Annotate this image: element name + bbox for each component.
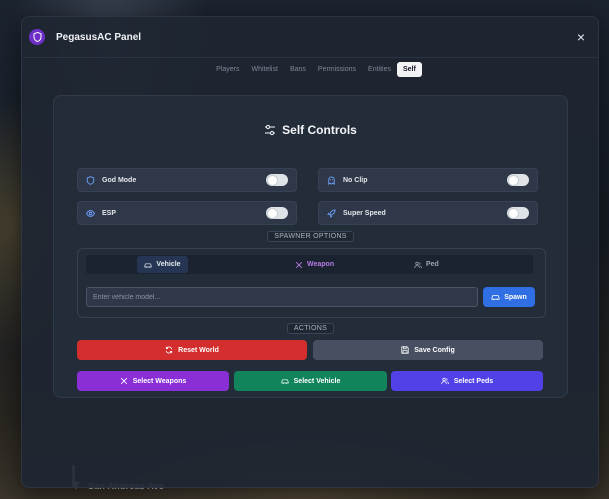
pegasus-panel-window: PegasusAC Panel × Players Whitelist Bans… xyxy=(21,16,599,488)
self-controls-heading: Self Controls xyxy=(54,123,567,137)
vehicle-tab-label: Vehicle xyxy=(156,261,181,268)
super-speed-switch[interactable] xyxy=(507,207,529,219)
shield-icon xyxy=(86,175,95,185)
shield-logo-icon xyxy=(29,29,45,45)
select-weapons-label: Select Weapons xyxy=(132,377,187,385)
select-peds-button[interactable]: Select Peds xyxy=(391,371,543,391)
panel-header: PegasusAC Panel × xyxy=(22,17,598,57)
spawner-tab-vehicle[interactable]: Vehicle xyxy=(137,256,188,273)
tab-permissions[interactable]: Permissions xyxy=(312,62,362,77)
users-icon xyxy=(414,261,422,268)
spawner-panel: Vehicle Weapon Ped Spawn xyxy=(77,248,546,318)
close-icon[interactable]: × xyxy=(574,30,588,44)
users-icon xyxy=(441,377,449,385)
toggle-label: Super Speed xyxy=(343,209,386,217)
save-config-button[interactable]: Save Config xyxy=(313,340,543,360)
spawner-tabs: Vehicle Weapon Ped xyxy=(86,255,533,274)
main-tabs: Players Whitelist Bans Permissions Entit… xyxy=(28,58,604,81)
eye-icon xyxy=(86,209,95,218)
no-clip-switch[interactable] xyxy=(507,174,529,186)
ghost-icon xyxy=(327,176,336,185)
refresh-icon xyxy=(165,346,173,354)
car-icon xyxy=(144,262,152,268)
toggle-label: ESP xyxy=(102,209,117,217)
crossed-swords-icon xyxy=(120,377,127,385)
esp-switch[interactable] xyxy=(266,207,288,219)
crossed-swords-icon xyxy=(295,261,303,268)
spawn-button[interactable]: Spawn xyxy=(483,287,535,307)
select-weapons-button[interactable]: Select Weapons xyxy=(77,371,229,391)
reset-world-label: Reset World xyxy=(178,346,219,354)
spawner-tab-ped[interactable]: Ped xyxy=(414,255,533,274)
toggle-label: No Clip xyxy=(343,176,368,184)
sliders-icon xyxy=(265,124,276,136)
car-icon xyxy=(491,295,500,301)
tab-whitelist[interactable]: Whitelist xyxy=(245,62,283,77)
reset-world-button[interactable]: Reset World xyxy=(77,340,307,360)
spawner-tab-weapon[interactable]: Weapon xyxy=(243,255,414,274)
panel-title: PegasusAC Panel xyxy=(56,31,142,43)
toggle-row-esp: ESP xyxy=(77,201,297,225)
tab-entities[interactable]: Entities xyxy=(362,62,397,77)
toggle-row-super-speed: Super Speed xyxy=(318,201,538,225)
spawner-section-label: SPAWNER OPTIONS xyxy=(54,231,567,242)
toggle-label: God Mode xyxy=(102,176,137,184)
actions-section-label: ACTIONS xyxy=(54,323,567,334)
spawner-options-text: SPAWNER OPTIONS xyxy=(267,231,354,242)
god-mode-switch[interactable] xyxy=(266,174,288,186)
tab-bans[interactable]: Bans xyxy=(284,62,312,77)
vehicle-model-input[interactable] xyxy=(86,287,478,307)
tab-self[interactable]: Self xyxy=(397,62,422,77)
select-vehicle-button[interactable]: Select Vehicle xyxy=(234,371,387,391)
select-vehicle-label: Select Vehicle xyxy=(293,377,341,385)
self-controls-card: Self Controls God Mode No Clip ESP Super… xyxy=(53,95,568,398)
toggle-row-god-mode: God Mode xyxy=(77,168,297,192)
select-peds-label: Select Peds xyxy=(453,377,494,385)
car-icon xyxy=(281,379,289,384)
ped-tab-label: Ped xyxy=(426,261,439,268)
spawn-button-label: Spawn xyxy=(504,293,527,301)
actions-text: ACTIONS xyxy=(286,323,335,334)
weapon-tab-label: Weapon xyxy=(307,261,335,268)
card-title-text: Self Controls xyxy=(282,123,357,137)
toggle-row-no-clip: No Clip xyxy=(318,168,538,192)
save-config-label: Save Config xyxy=(414,346,455,354)
save-icon xyxy=(401,346,409,354)
tab-players[interactable]: Players xyxy=(210,62,245,77)
rocket-icon xyxy=(327,208,336,218)
